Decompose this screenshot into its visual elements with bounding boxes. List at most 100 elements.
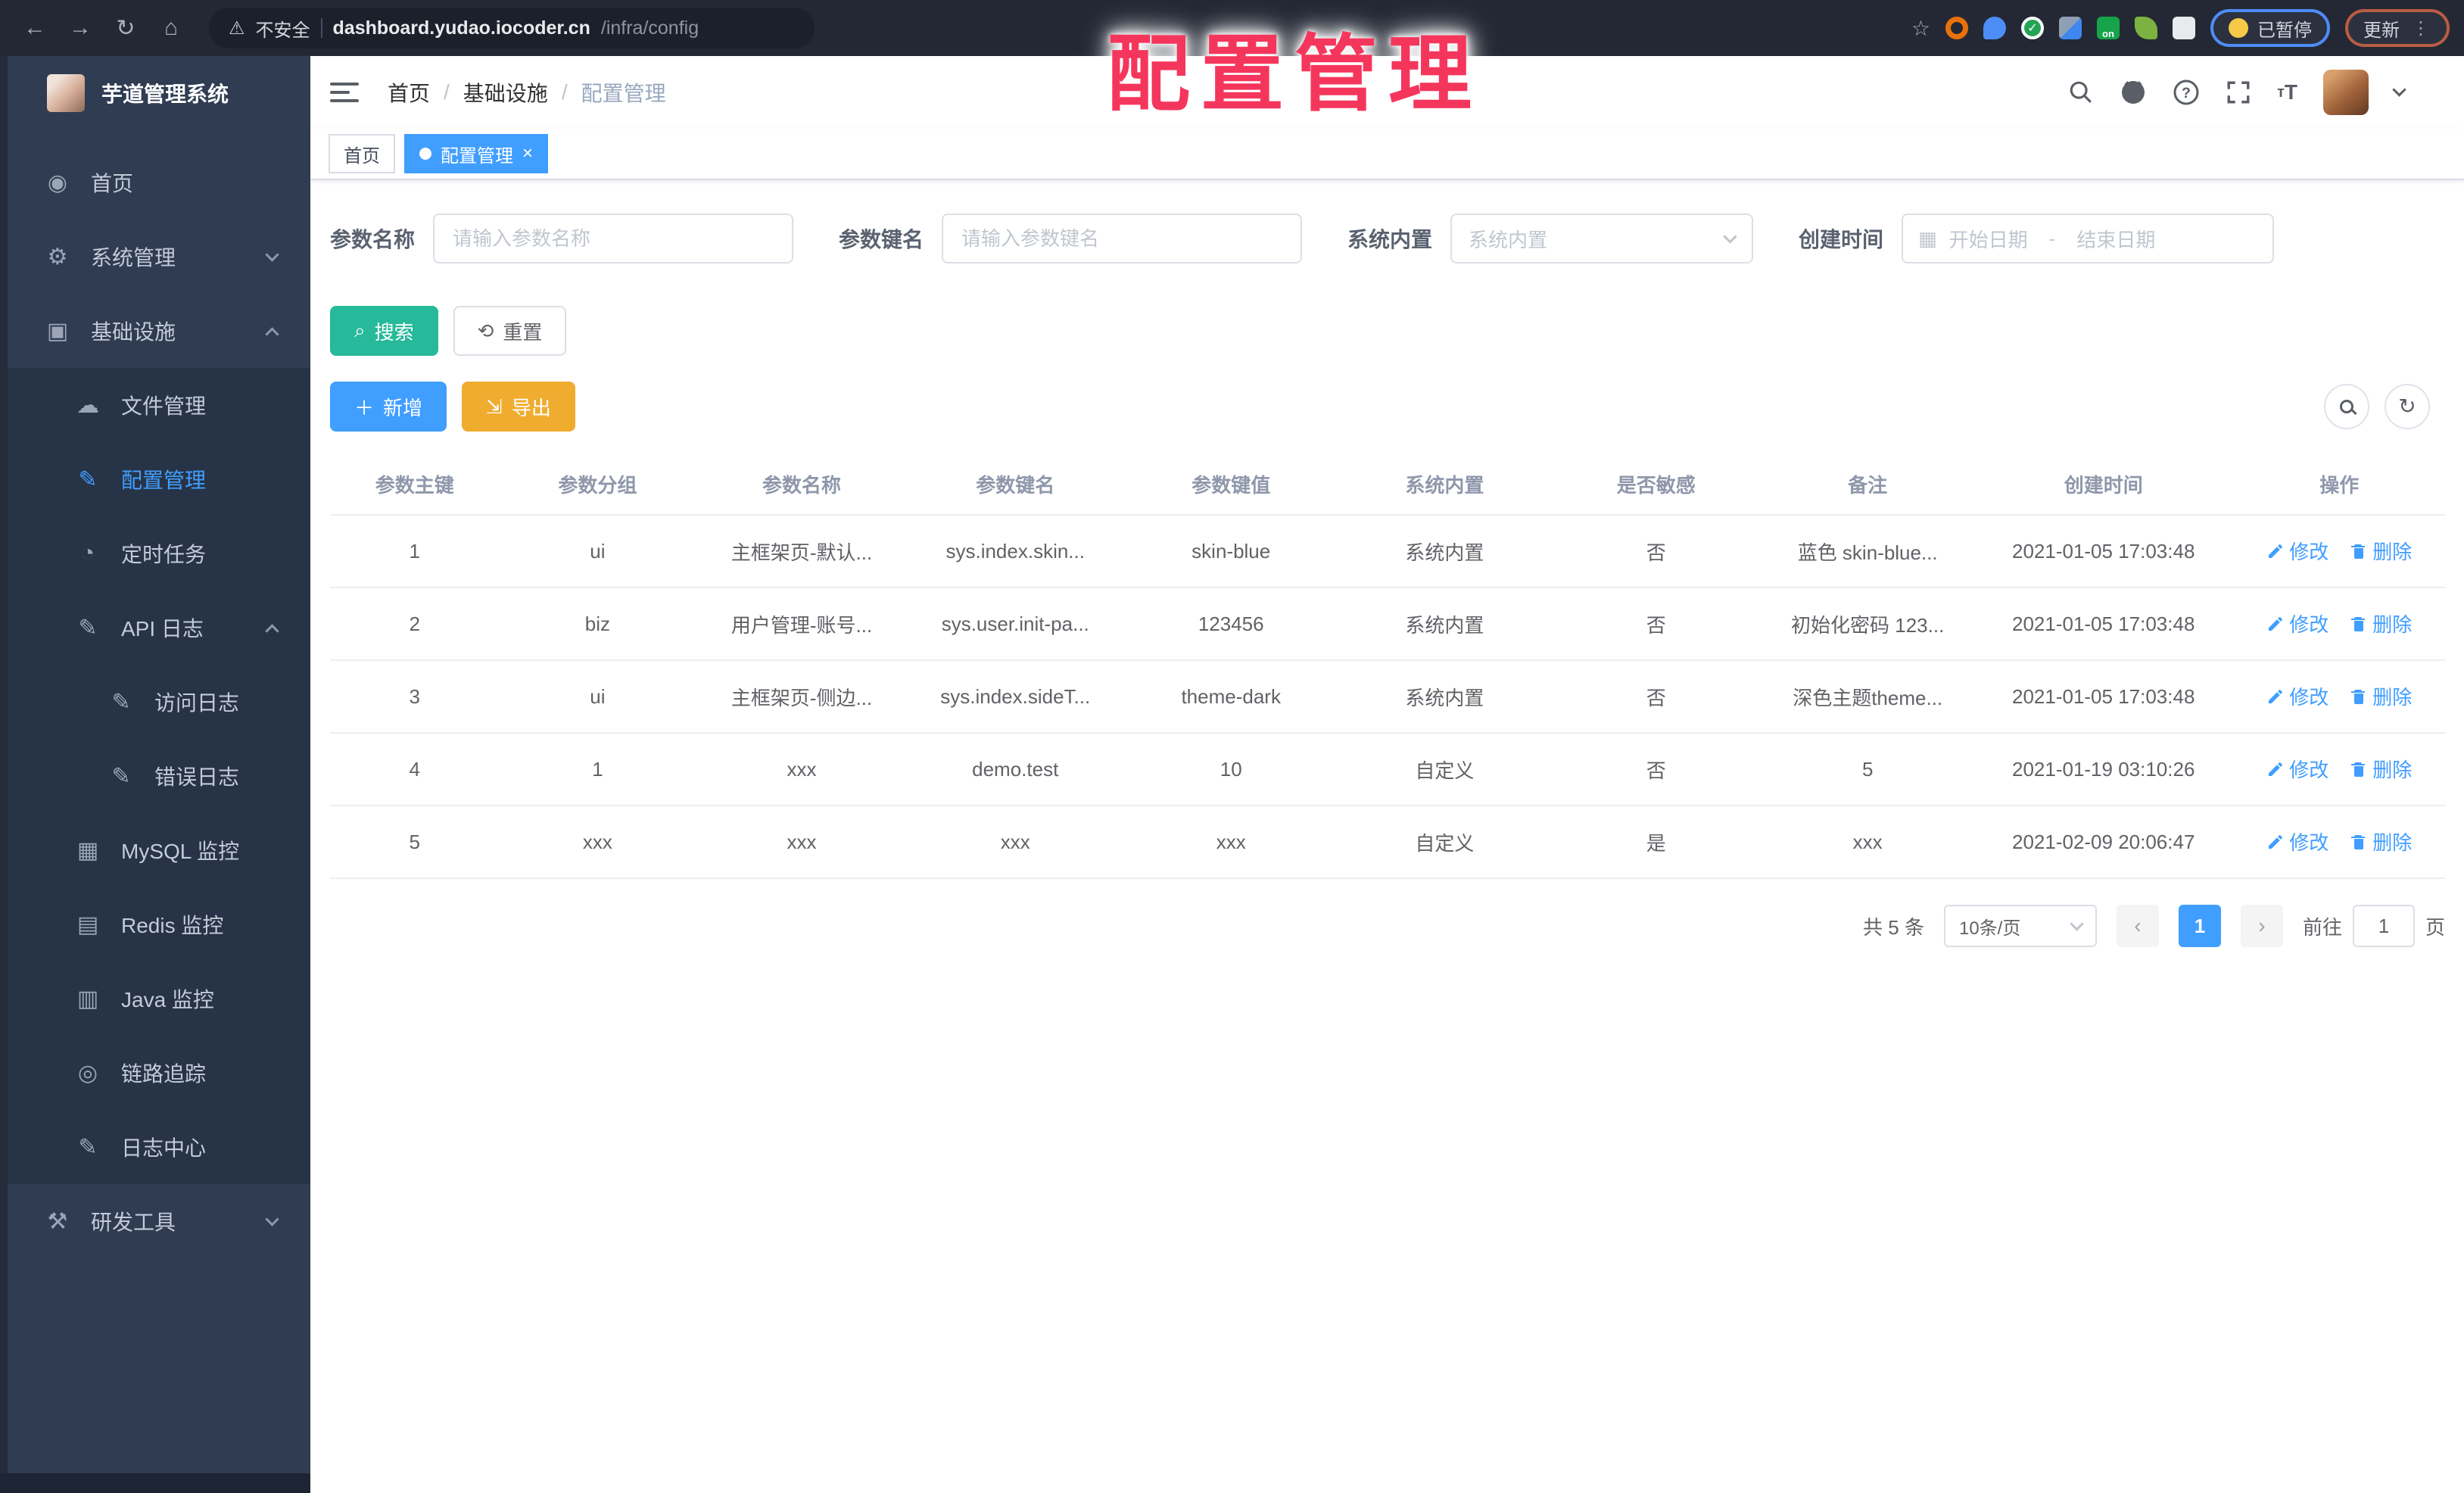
breadcrumb-home[interactable]: 首页 (388, 77, 430, 108)
date-range-picker[interactable]: ▦ 开始日期 - 结束日期 (1902, 214, 2275, 263)
search-button[interactable]: ⌕ 搜索 (330, 306, 438, 356)
update-button[interactable]: 更新 ⋮ (2345, 9, 2450, 47)
column-header: 参数键值 (1123, 454, 1339, 516)
delete-link[interactable]: 删除 (2350, 537, 2412, 565)
edit-link-label: 修改 (2289, 541, 2329, 564)
table-cell: 否 (1550, 733, 1762, 806)
edit-link[interactable]: 修改 (2266, 537, 2328, 565)
sidebar-item-error-log[interactable]: ✎ 错误日志 (8, 739, 310, 813)
builtin-select-placeholder: 系统内置 (1469, 228, 1548, 251)
paused-badge[interactable]: 已暂停 (2210, 9, 2330, 47)
column-header: 备注 (1762, 454, 1973, 516)
toggle-search-button[interactable] (2324, 384, 2369, 429)
extension-icon-leaf[interactable] (2135, 17, 2157, 39)
table-cell: 2021-02-09 20:06:47 (1973, 806, 2234, 879)
sidebar-item-mysql[interactable]: ▦ MySQL 监控 (8, 813, 310, 887)
address-bar[interactable]: ⚠ 不安全 dashboard.yudao.iocoder.cn/infra/c… (209, 8, 815, 48)
edit-link[interactable]: 修改 (2266, 609, 2328, 637)
extension-icon-split[interactable] (2059, 17, 2082, 39)
sidebar-item-trace[interactable]: ◎ 链路追踪 (8, 1036, 310, 1110)
close-icon[interactable]: × (522, 145, 533, 163)
extension-icon-on-badge[interactable]: on (2097, 17, 2120, 39)
chevron-down-icon[interactable] (2392, 82, 2406, 97)
sidebar-item-tools[interactable]: ⚒ 研发工具 (8, 1184, 310, 1258)
calendar-icon: ▦ (1918, 226, 1937, 250)
browser-menu-icon[interactable]: ⋮ (2412, 17, 2431, 39)
table-cell: 系统内置 (1338, 660, 1551, 734)
sidebar-item-file[interactable]: ☁ 文件管理 (8, 368, 310, 442)
page-size-select[interactable]: 10条/页 (1943, 905, 2097, 947)
browser-reload-icon[interactable]: ↻ (106, 8, 145, 48)
end-date-placeholder: 结束日期 (2076, 228, 2156, 251)
github-icon[interactable] (2120, 79, 2147, 106)
refresh-table-button[interactable]: ↻ (2385, 384, 2430, 429)
url-host: dashboard.yudao.iocoder.cn (332, 17, 590, 39)
delete-link[interactable]: 删除 (2350, 755, 2412, 783)
sidebar-item-job[interactable]: ◔ 定时任务 (8, 516, 310, 591)
edit-link-label: 修改 (2289, 759, 2329, 782)
extension-icon-check[interactable]: ✓ (2021, 17, 2044, 39)
add-button[interactable]: ＋ 新增 (330, 382, 447, 432)
edit-link[interactable]: 修改 (2266, 828, 2328, 856)
sidebar-item-home[interactable]: ◉ 首页 (8, 145, 310, 220)
sidebar-item-system[interactable]: ⚙ 系统管理 (8, 220, 310, 294)
param-name-input[interactable] (433, 214, 794, 263)
table-cell: 2021-01-05 17:03:48 (1973, 660, 2234, 734)
table-row: 2 biz 用户管理-账号... sys.user.init-pa... 123456 系… (330, 588, 2445, 661)
delete-link[interactable]: 删除 (2350, 609, 2412, 637)
table-cell: 主框架页-默认... (696, 515, 908, 588)
app-logo[interactable]: 芋道管理系统 (8, 56, 310, 130)
table-row: 1 ui 主框架页-默认... sys.index.skin... skin-blue 系… (330, 515, 2445, 588)
tag-config[interactable]: 配置管理 × (404, 134, 549, 173)
search-icon[interactable] (2068, 79, 2094, 105)
export-button[interactable]: ⇲ 导出 (462, 382, 575, 432)
delete-link[interactable]: 删除 (2350, 682, 2412, 710)
redis-icon: ▤ (76, 912, 99, 937)
delete-link-label: 删除 (2372, 613, 2413, 637)
svg-text:?: ? (2182, 85, 2191, 101)
page-1-button[interactable]: 1 (2178, 905, 2221, 947)
sidebar-item-log-center[interactable]: ✎ 日志中心 (8, 1110, 310, 1184)
edit-link[interactable]: 修改 (2266, 682, 2328, 710)
edit-link[interactable]: 修改 (2266, 755, 2328, 783)
table-cell: 5 (1762, 733, 1973, 806)
extension-icon-pin[interactable] (1983, 17, 2006, 39)
param-key-input[interactable] (942, 214, 1303, 263)
extension-icon-orange[interactable] (1945, 17, 1968, 39)
sidebar-item-label: Java 监控 (121, 988, 214, 1011)
table-cell: 2 (330, 588, 500, 661)
goto-page-input[interactable] (2352, 905, 2415, 947)
prev-page-button[interactable]: ‹ (2116, 905, 2159, 947)
extension-icon-puzzle[interactable] (2173, 17, 2195, 39)
tag-home[interactable]: 首页 (329, 134, 395, 173)
sidebar-item-api-log[interactable]: ✎ API 日志 (8, 591, 310, 665)
search-icon: ⌕ (354, 319, 366, 341)
table-cell: 2021-01-05 17:03:48 (1973, 515, 2234, 588)
avatar[interactable] (2323, 70, 2369, 115)
table-cell-actions: 修改 删除 (2233, 588, 2445, 661)
bookmark-star-icon[interactable]: ☆ (1911, 16, 1930, 41)
font-size-icon[interactable]: тT (2277, 80, 2297, 104)
sidebar-item-infra[interactable]: ▣ 基础设施 (8, 294, 310, 368)
monitor-icon: ▣ (46, 318, 69, 344)
fullscreen-icon[interactable] (2226, 79, 2251, 105)
sidebar-item-access-log[interactable]: ✎ 访问日志 (8, 665, 310, 739)
sidebar-item-config[interactable]: ✎ 配置管理 (8, 442, 310, 516)
delete-link[interactable]: 删除 (2350, 828, 2412, 856)
log-icon: ✎ (111, 689, 131, 715)
table-cell: sys.index.skin... (907, 515, 1123, 588)
log-icon: ✎ (78, 1134, 98, 1160)
config-table: 参数主键 参数分组 参数名称 参数键名 参数键值 系统内置 是否敏感 备注 创建时间 操作 1 ui… (330, 454, 2445, 879)
browser-forward-icon[interactable]: → (61, 8, 100, 48)
reset-button[interactable]: ⟲ 重置 (453, 306, 567, 356)
collapse-menu-icon[interactable] (330, 83, 359, 102)
breadcrumb-infra[interactable]: 基础设施 (463, 77, 548, 108)
builtin-select[interactable]: 系统内置 (1450, 214, 1754, 263)
browser-home-icon[interactable]: ⌂ (151, 8, 191, 48)
sidebar-item-java[interactable]: ▥ Java 监控 (8, 962, 310, 1036)
table-cell-actions: 修改 删除 (2233, 660, 2445, 734)
sidebar-item-redis[interactable]: ▤ Redis 监控 (8, 887, 310, 962)
next-page-button[interactable]: › (2240, 905, 2283, 947)
help-icon[interactable]: ? (2173, 79, 2200, 106)
browser-back-icon[interactable]: ← (15, 8, 55, 48)
